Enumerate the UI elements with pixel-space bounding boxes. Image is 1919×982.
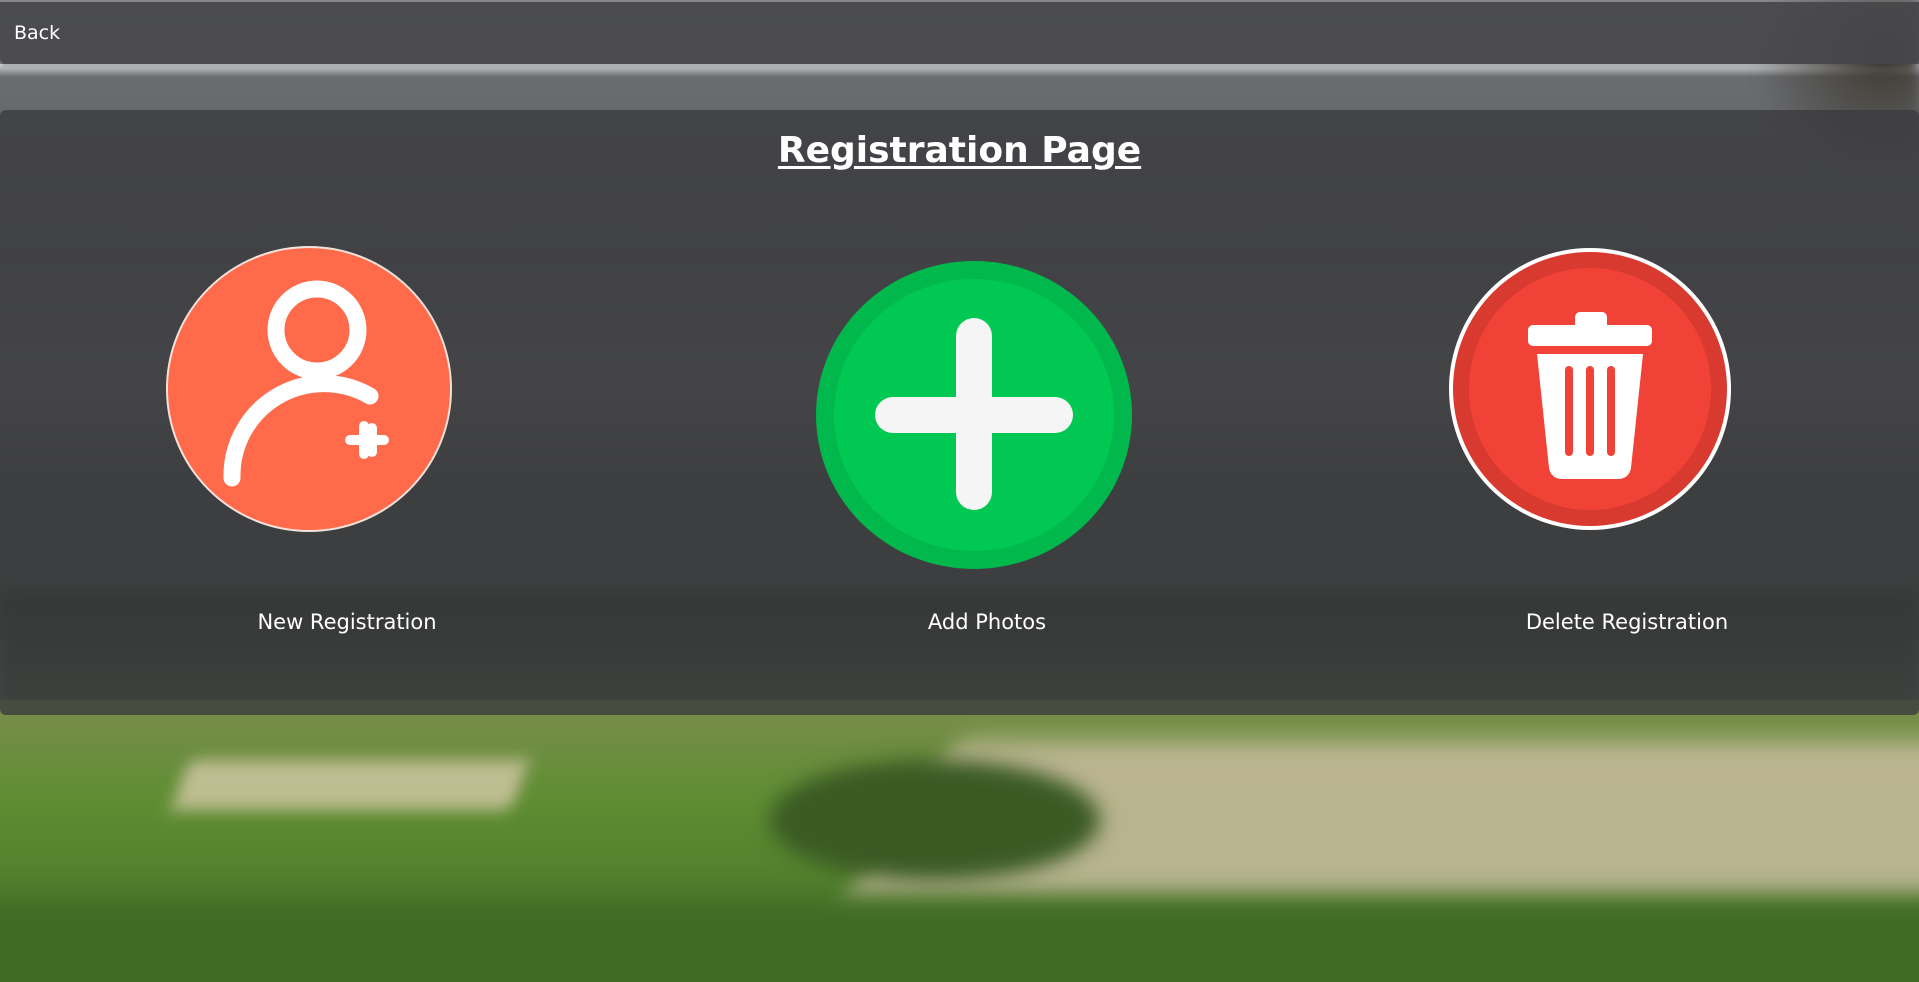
- add-photos-button[interactable]: [815, 260, 1133, 570]
- new-registration-label[interactable]: New Registration: [232, 610, 462, 634]
- delete-registration-button[interactable]: [1447, 246, 1733, 532]
- page-title: Registration Page: [777, 130, 1142, 171]
- delete-registration-label[interactable]: Delete Registration: [1497, 610, 1757, 634]
- top-bar: Back: [0, 2, 1919, 64]
- add-user-icon: [166, 246, 452, 532]
- plus-icon: [816, 261, 1132, 569]
- new-registration-button[interactable]: [166, 246, 452, 532]
- add-photos-label[interactable]: Add Photos: [872, 610, 1102, 634]
- back-link[interactable]: Back: [14, 22, 60, 44]
- trash-icon: [1449, 248, 1731, 530]
- registration-panel: Registration Page New Registration Add P…: [0, 110, 1919, 715]
